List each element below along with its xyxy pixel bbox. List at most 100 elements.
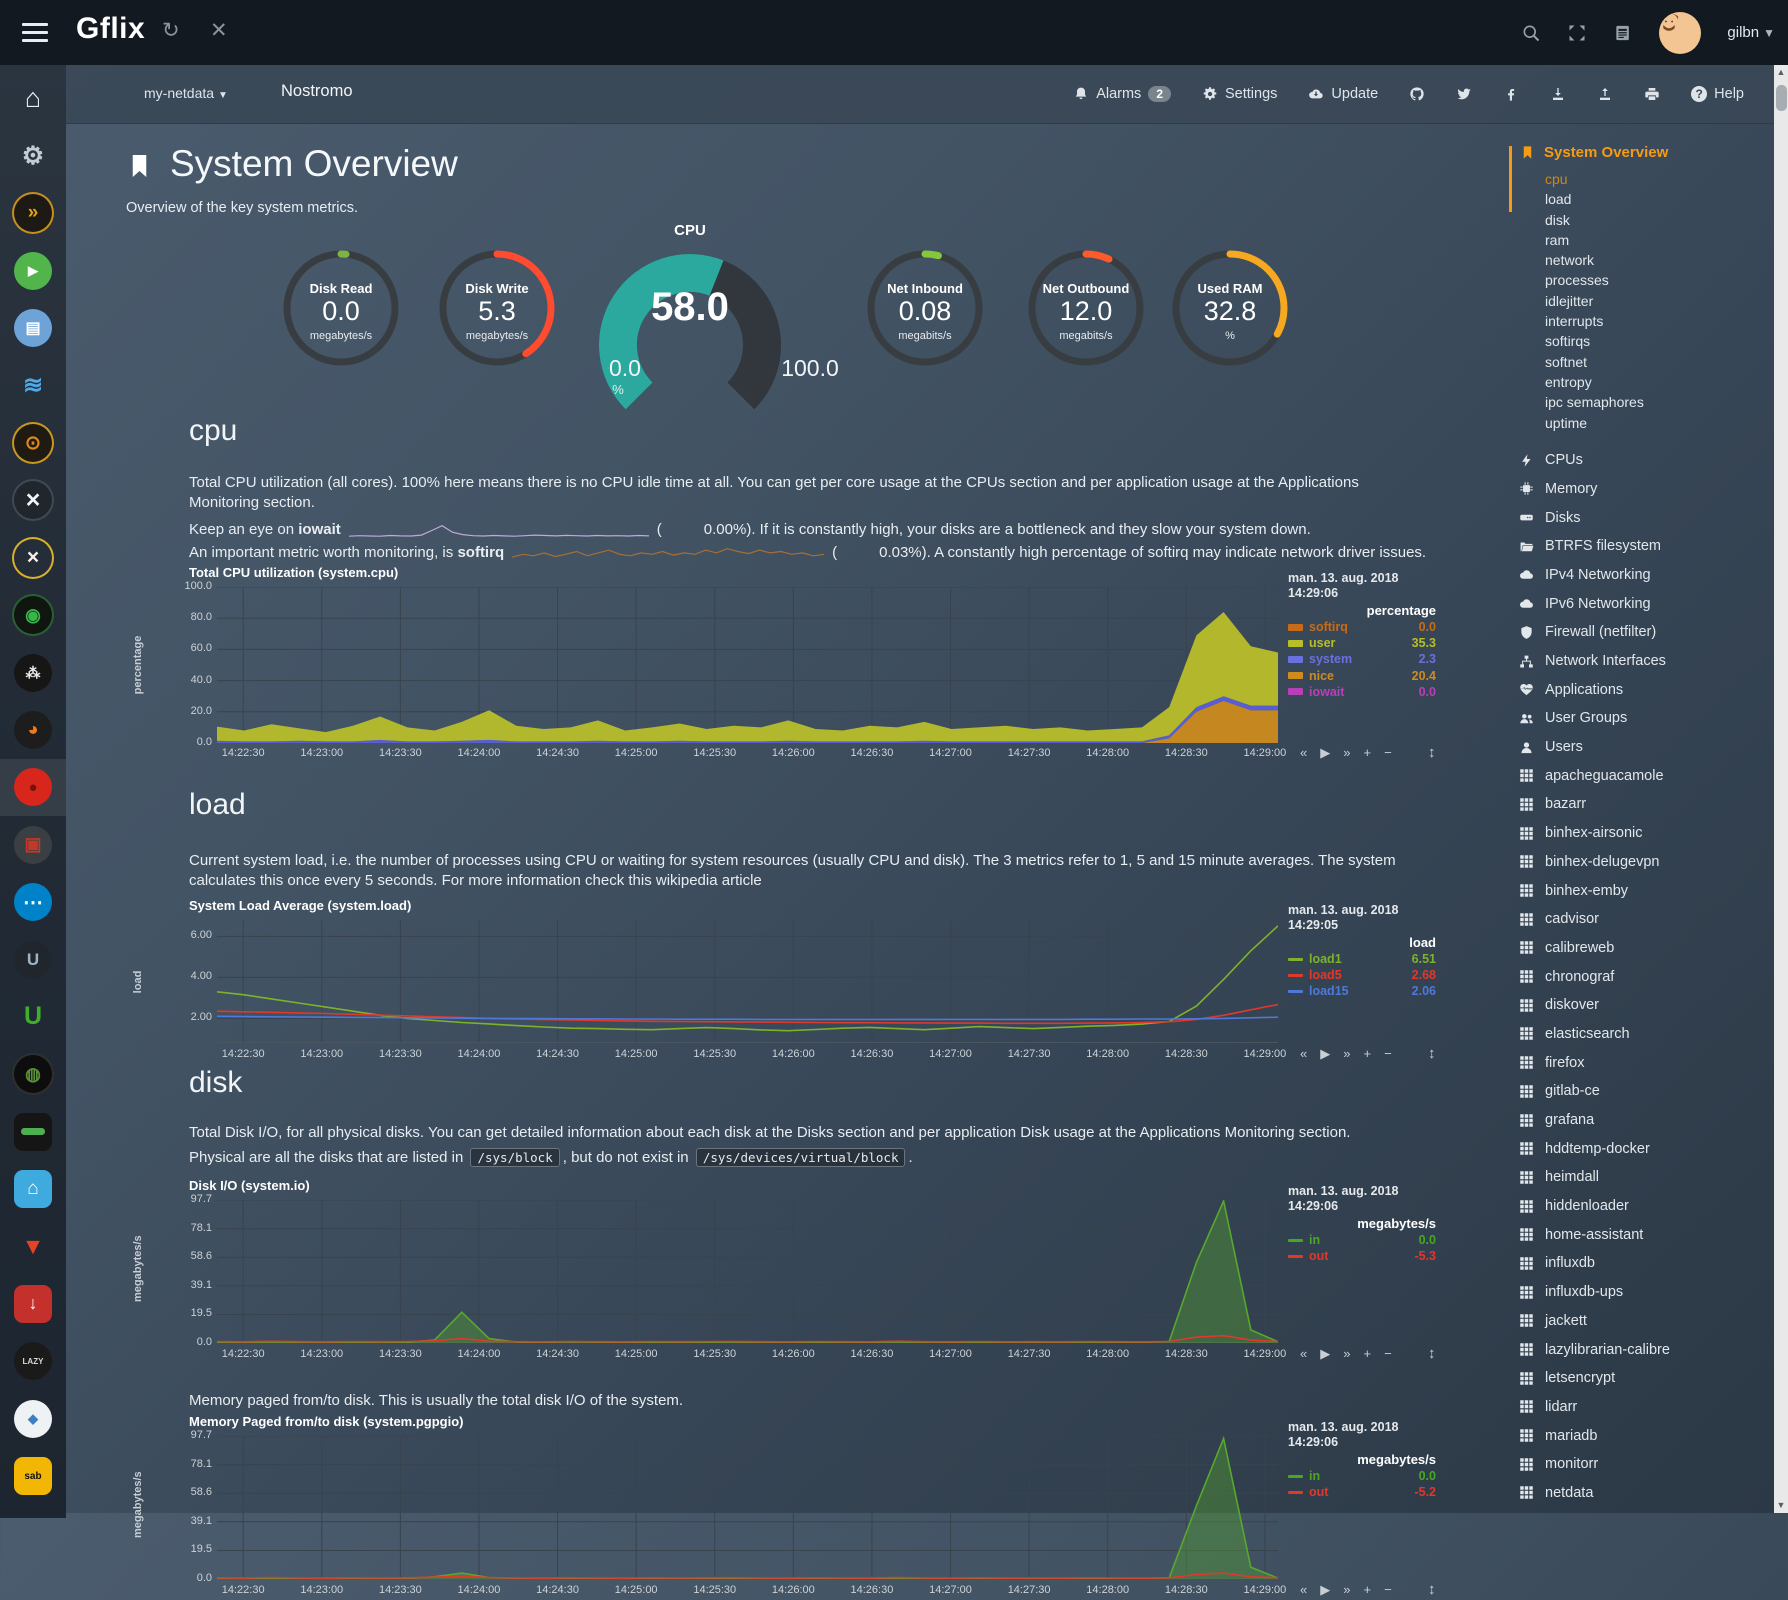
zoom-out-icon[interactable]: −	[1384, 1346, 1392, 1364]
menu-app-mariadb[interactable]: mariadb	[1508, 1421, 1775, 1450]
pan-backward-icon[interactable]: «	[1300, 745, 1307, 763]
alarms-button[interactable]: Alarms2	[1073, 86, 1171, 102]
disk-read-gauge-chart[interactable]: Disk Read0.0megabytes/s	[276, 243, 406, 395]
load-legend-load5[interactable]: load52.68	[1288, 967, 1436, 983]
load-legend-load1[interactable]: load16.51	[1288, 951, 1436, 967]
menu-app-monitorr[interactable]: monitorr	[1508, 1450, 1775, 1479]
menu-app-jackett[interactable]: jackett	[1508, 1306, 1775, 1335]
disk-legend-in[interactable]: in0.0	[1288, 1232, 1436, 1248]
sidebar-app-sonarr[interactable]: ×	[0, 472, 66, 529]
menu-app-firefox[interactable]: firefox	[1508, 1048, 1775, 1077]
sidebar-app-deluge[interactable]: ◉	[0, 587, 66, 644]
menu-link-ram[interactable]: ram	[1545, 230, 1775, 250]
menu-app-diskover[interactable]: diskover	[1508, 991, 1775, 1020]
scroll-up-arrow-icon[interactable]: ▲	[1774, 65, 1788, 80]
menu-section-applications[interactable]: Applications	[1508, 675, 1775, 704]
menu-app-grafana[interactable]: grafana	[1508, 1106, 1775, 1135]
menu-link-cpu[interactable]: cpu	[1545, 169, 1775, 189]
menu-app-home-assistant[interactable]: home-assistant	[1508, 1220, 1775, 1249]
menu-app-bazarr[interactable]: bazarr	[1508, 790, 1775, 819]
import-snapshot-button[interactable]	[1550, 86, 1566, 102]
sidebar-app-duplicati[interactable]: ◆	[0, 1390, 66, 1447]
zoom-in-icon[interactable]: +	[1363, 745, 1371, 763]
menu-link-entropy[interactable]: entropy	[1545, 372, 1775, 392]
menu-app-hiddenloader[interactable]: hiddenloader	[1508, 1192, 1775, 1221]
menu-section-user-groups[interactable]: User Groups	[1508, 704, 1775, 733]
sidebar-app-home[interactable]: ⌂	[0, 70, 66, 127]
menu-app-cadvisor[interactable]: cadvisor	[1508, 905, 1775, 934]
menu-link-uptime[interactable]: uptime	[1545, 413, 1775, 433]
cpu-resize-handle-icon[interactable]: ↕	[1428, 744, 1444, 762]
sidebar-app-settings[interactable]: ⚙	[0, 127, 66, 184]
menu-section-disks[interactable]: Disks	[1508, 503, 1775, 532]
pan-forward-icon[interactable]: »	[1343, 1582, 1350, 1600]
sidebar-app-unmanic[interactable]: U	[0, 988, 66, 1045]
menu-link-disk[interactable]: disk	[1545, 210, 1775, 230]
menu-app-elasticsearch[interactable]: elasticsearch	[1508, 1020, 1775, 1049]
pan-forward-icon[interactable]: »	[1343, 745, 1350, 763]
github-link[interactable]	[1409, 86, 1425, 102]
menu-app-lidarr[interactable]: lidarr	[1508, 1393, 1775, 1422]
menu-app-lazylibrarian-calibre[interactable]: lazylibrarian-calibre	[1508, 1335, 1775, 1364]
sidebar-app-calibre-web[interactable]: ▤	[0, 300, 66, 357]
menu-app-heimdall[interactable]: heimdall	[1508, 1163, 1775, 1192]
close-tab-icon[interactable]: ✕	[210, 18, 228, 43]
export-snapshot-button[interactable]	[1597, 86, 1613, 102]
menu-section-btrfs-filesystem[interactable]: BTRFS filesystem	[1508, 532, 1775, 561]
load-resize-handle-icon[interactable]: ↕	[1428, 1045, 1444, 1063]
load-legend-load15[interactable]: load152.06	[1288, 983, 1436, 999]
zoom-out-icon[interactable]: −	[1384, 1046, 1392, 1064]
cpu-legend-nice[interactable]: nice20.4	[1288, 668, 1436, 684]
menu-app-influxdb[interactable]: influxdb	[1508, 1249, 1775, 1278]
menu-app-letsencrypt[interactable]: letsencrypt	[1508, 1364, 1775, 1393]
zoom-in-icon[interactable]: +	[1363, 1046, 1371, 1064]
sidebar-app-nextcloud[interactable]: ⋯	[0, 873, 66, 930]
sidebar-app-pihole[interactable]: ●	[0, 759, 66, 816]
pan-forward-icon[interactable]: »	[1343, 1046, 1350, 1064]
cpu-legend-softirq[interactable]: softirq0.0	[1288, 619, 1436, 635]
sidebar-app-plex[interactable]: »	[0, 185, 66, 242]
fullscreen-icon[interactable]	[1567, 23, 1587, 43]
sidebar-app-shellinabox[interactable]: ◍	[0, 1046, 66, 1103]
menu-link-interrupts[interactable]: interrupts	[1545, 311, 1775, 331]
menu-link-idlejitter[interactable]: idlejitter	[1545, 291, 1775, 311]
sidebar-app-radarr[interactable]: ×	[0, 529, 66, 586]
print-button[interactable]	[1644, 86, 1660, 102]
zoom-in-icon[interactable]: +	[1363, 1582, 1371, 1600]
scrollbar-thumb[interactable]	[1776, 85, 1787, 111]
play-icon[interactable]: ▶	[1320, 1582, 1330, 1600]
menu-section-memory[interactable]: Memory	[1508, 475, 1775, 504]
menu-app-hddtemp-docker[interactable]: hddtemp-docker	[1508, 1134, 1775, 1163]
twitter-link[interactable]	[1456, 86, 1472, 102]
menu-link-softirqs[interactable]: softirqs	[1545, 331, 1775, 351]
pan-backward-icon[interactable]: «	[1300, 1582, 1307, 1600]
menu-link-load[interactable]: load	[1545, 189, 1775, 209]
user-avatar[interactable]	[1659, 12, 1701, 54]
menu-app-gitlab-ce[interactable]: gitlab-ce	[1508, 1077, 1775, 1106]
disk-chart[interactable]	[217, 1200, 1278, 1343]
memory-paged-legend-in[interactable]: in0.0	[1288, 1468, 1436, 1484]
zoom-out-icon[interactable]: −	[1384, 745, 1392, 763]
sidebar-app-jackett-search[interactable]: ⊙	[0, 414, 66, 471]
play-icon[interactable]: ▶	[1320, 1346, 1330, 1364]
sidebar-app-node-graph[interactable]: ⁂	[0, 644, 66, 701]
memory-paged-resize-handle-icon[interactable]: ↕	[1428, 1581, 1444, 1599]
menu-app-apacheguacamole[interactable]: apacheguacamole	[1508, 761, 1775, 790]
menu-section-network-interfaces[interactable]: Network Interfaces	[1508, 647, 1775, 676]
play-icon[interactable]: ▶	[1320, 1046, 1330, 1064]
play-icon[interactable]: ▶	[1320, 745, 1330, 763]
menu-section-ipv6-networking[interactable]: IPv6 Networking	[1508, 589, 1775, 618]
load-chart[interactable]	[217, 920, 1278, 1043]
sidebar-app-emby[interactable]: ▶	[0, 242, 66, 299]
sidebar-app-ubooquity[interactable]: U	[0, 931, 66, 988]
menu-section-ipv4-networking[interactable]: IPv4 Networking	[1508, 561, 1775, 590]
pan-backward-icon[interactable]: «	[1300, 1046, 1307, 1064]
sidebar-app-gitlab[interactable]: ▼	[0, 1218, 66, 1275]
update-button[interactable]: Update	[1308, 86, 1378, 102]
menu-app-influxdb-ups[interactable]: influxdb-ups	[1508, 1278, 1775, 1307]
menu-header-system-overview[interactable]: System Overview	[1508, 140, 1775, 164]
disk-resize-handle-icon[interactable]: ↕	[1428, 1345, 1444, 1363]
menu-app-binhex-delugevpn[interactable]: binhex-delugevpn	[1508, 847, 1775, 876]
memory-paged-legend-out[interactable]: out-5.2	[1288, 1484, 1436, 1500]
help-button[interactable]: ?Help	[1691, 86, 1744, 102]
